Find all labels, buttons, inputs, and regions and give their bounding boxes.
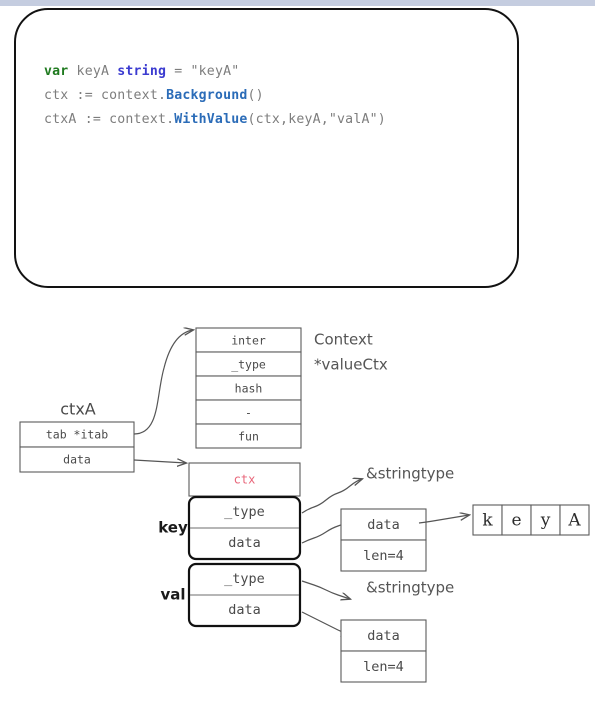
val-label: val [160, 586, 185, 604]
itab-row-inter: inter [231, 334, 266, 348]
key-label: key [158, 519, 188, 537]
val-str-len: len=4 [363, 659, 404, 675]
code-token-plain: ctxA := context. [44, 112, 175, 127]
itab-row-type: _type [231, 358, 266, 372]
code-line-1: ctx := context.Background() [44, 84, 386, 108]
code-block: var keyA string = "keyA" ctx := context.B… [44, 60, 386, 132]
val-row-type: _type [224, 571, 265, 587]
arrow-val-type [301, 580, 350, 599]
code-token-func: Background [166, 88, 248, 103]
itab-table: inter _type hash - fun [195, 327, 302, 449]
ctxa-row-data: data [63, 453, 91, 467]
key-row-data: data [228, 535, 261, 551]
ctxa-title: ctxA [60, 400, 96, 419]
byte-3: A [567, 511, 581, 531]
valuectx-struct: ctx _type data _type data [187, 462, 302, 628]
code-card: var keyA string = "keyA" ctx := context.B… [14, 8, 519, 288]
arrow-ctxa-data [133, 460, 186, 463]
itab-row-fun: fun [238, 430, 259, 444]
key-stringtype-label: &stringtype [366, 465, 454, 483]
valuectx-header-ctx: ctx [234, 473, 256, 487]
code-token-type: string [117, 64, 167, 79]
string-bytes: k e y A [472, 504, 590, 536]
byte-2: y [540, 511, 551, 531]
arrow-itab [133, 330, 193, 435]
itab-label-valuectx: *valueCtx [314, 356, 388, 374]
code-token-keyword: var [44, 64, 69, 79]
code-token-plain: = "keyA" [166, 64, 240, 79]
arrow-key-type [301, 479, 362, 514]
key-str-data: data [367, 517, 400, 533]
key-row-type: _type [224, 504, 265, 520]
code-token-func: WithValue [174, 112, 248, 127]
ctxa-iface-box: tab *itab data [19, 421, 135, 473]
itab-row-dash: - [245, 406, 252, 420]
byte-0: k [482, 511, 493, 531]
val-row-data: data [228, 602, 261, 618]
key-str-len: len=4 [363, 548, 404, 564]
top-accent-bar [0, 0, 595, 6]
ctxa-row-itab: tab *itab [46, 428, 108, 442]
code-token-plain: (ctx,keyA,"valA") [247, 112, 386, 127]
code-line-2: ctxA := context.WithValue(ctx,keyA,"valA… [44, 108, 386, 132]
itab-label-context: Context [314, 331, 373, 349]
itab-row-hash: hash [235, 382, 263, 396]
val-string-header: data len=4 [340, 619, 427, 683]
memory-layout-diagram: inter _type hash - fun Context *valueCtx… [0, 300, 595, 708]
key-string-header: data len=4 [340, 508, 427, 572]
val-stringtype-label: &stringtype [366, 579, 454, 597]
code-line-0: var keyA string = "keyA" [44, 60, 386, 84]
code-token-plain: keyA [68, 64, 118, 79]
code-token-plain: () [247, 88, 264, 103]
byte-1: e [511, 511, 521, 531]
code-token-plain: ctx := context. [44, 88, 167, 103]
val-str-data: data [367, 628, 400, 644]
